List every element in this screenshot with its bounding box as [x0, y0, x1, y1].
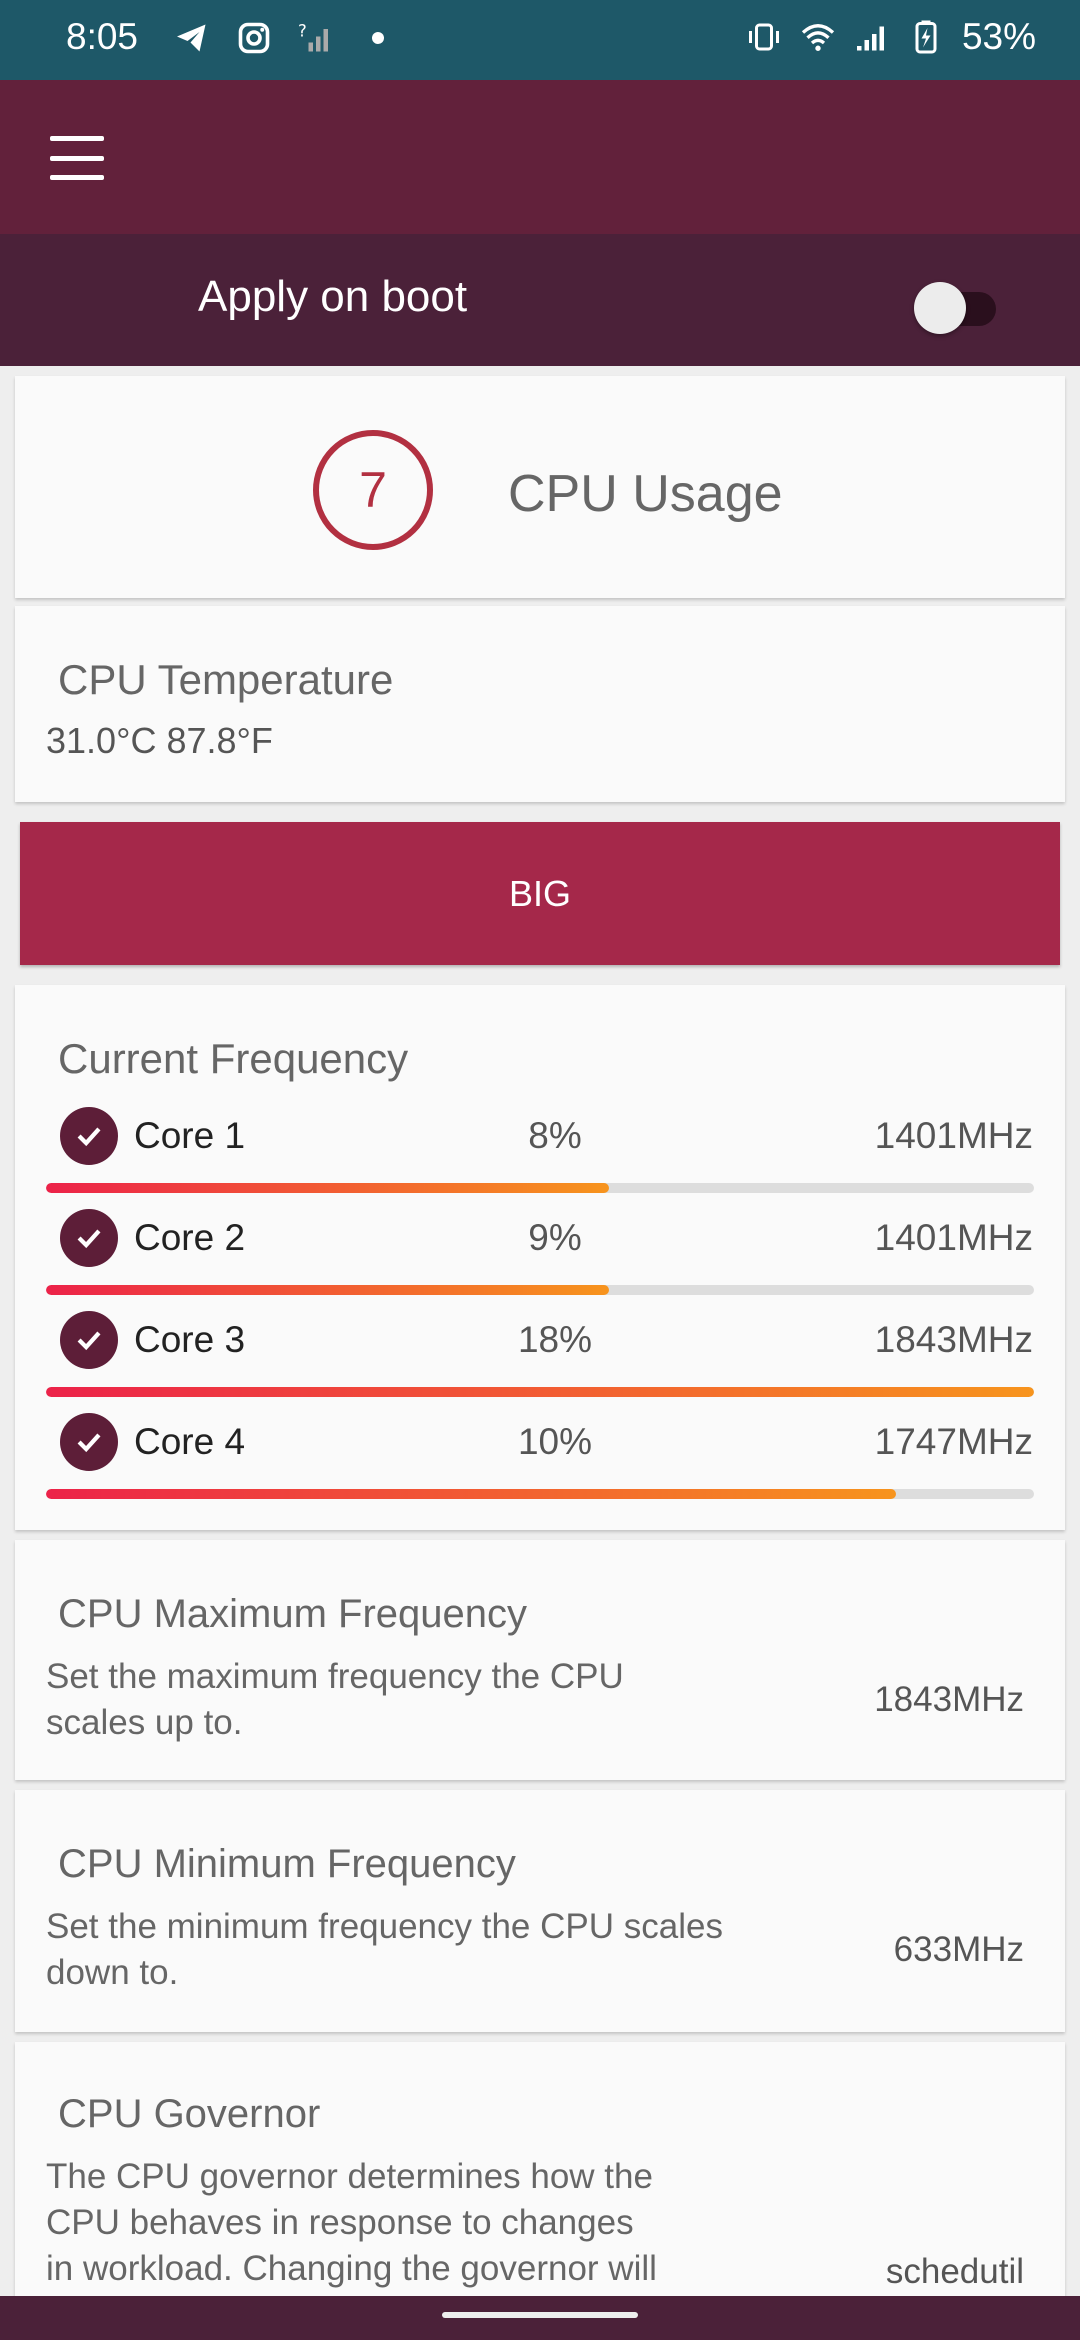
core-progress-fill	[46, 1285, 610, 1295]
apply-on-boot-label: Apply on boot	[198, 272, 468, 321]
core-label: Core 2	[134, 1217, 246, 1258]
cpu-max-frequency-value: 1843MHz	[874, 1680, 1024, 1719]
cpu-usage-gauge: 7	[313, 430, 433, 550]
home-gesture-handle[interactable]	[442, 2312, 638, 2318]
cpu-usage-title: CPU Usage	[508, 465, 783, 523]
core-percent: 18%	[517, 1319, 593, 1360]
core-row: Core 4 10% 1747MHz	[15, 1411, 1065, 1499]
core-row: Core 3 18% 1843MHz	[15, 1309, 1065, 1397]
cpu-temperature-value: 31.0°C 87.8°F	[46, 720, 273, 761]
current-frequency-title: Current Frequency	[58, 1035, 409, 1082]
svg-text:?: ?	[298, 22, 307, 41]
cpu-governor-value: schedutil	[885, 2252, 1024, 2291]
apply-on-boot-toggle[interactable]	[910, 270, 1004, 334]
core-check-icon[interactable]	[60, 1311, 118, 1369]
cpu-min-frequency-value: 633MHz	[893, 1930, 1024, 1969]
status-bar: 8:05 ? 53%	[0, 0, 1080, 80]
cpu-max-frequency-summary-line1: Set the maximum frequency the CPU	[46, 1657, 624, 1696]
core-progress-bar	[46, 1387, 1034, 1397]
hamburger-menu-icon[interactable]	[44, 128, 110, 188]
core-row: Core 1 8% 1401MHz	[15, 1105, 1065, 1193]
toggle-thumb	[914, 282, 966, 334]
core-frequency: 1843MHz	[874, 1319, 1033, 1360]
core-frequency: 1401MHz	[874, 1115, 1033, 1156]
cpu-governor-title: CPU Governor	[58, 2092, 321, 2136]
cpu-governor-summary-line3: in workload. Changing the governor will	[46, 2249, 657, 2288]
core-row: Core 2 9% 1401MHz	[15, 1207, 1065, 1295]
core-label: Core 4	[134, 1421, 246, 1462]
core-progress-bar	[46, 1285, 1034, 1295]
core-frequency: 1401MHz	[874, 1217, 1033, 1258]
core-percent: 10%	[517, 1421, 593, 1462]
telegram-icon	[177, 24, 206, 52]
core-percent: 8%	[528, 1115, 582, 1156]
app-bar	[0, 80, 1080, 234]
core-progress-bar	[46, 1183, 1034, 1193]
dot-icon	[372, 32, 384, 44]
core-check-icon[interactable]	[60, 1413, 118, 1471]
core-progress-fill	[46, 1387, 1034, 1397]
cpu-min-frequency-title: CPU Minimum Frequency	[58, 1842, 516, 1886]
cpu-min-frequency-summary-line1: Set the minimum frequency the CPU scales	[46, 1907, 723, 1946]
no-sim-icon: ?	[298, 22, 328, 52]
core-progress-fill	[46, 1489, 896, 1499]
cpu-temperature-card	[15, 606, 1065, 802]
cpu-temperature-title: CPU Temperature	[58, 656, 394, 703]
core-frequency: 1747MHz	[874, 1421, 1033, 1462]
signal-icon	[856, 26, 884, 51]
battery-percent: 53%	[961, 16, 1036, 57]
battery-charging-icon	[915, 20, 937, 54]
core-progress-fill	[46, 1183, 610, 1193]
core-check-icon[interactable]	[60, 1107, 118, 1165]
wifi-icon	[801, 24, 835, 51]
instagram-icon	[238, 22, 270, 54]
core-check-icon[interactable]	[60, 1209, 118, 1267]
cpu-max-frequency-summary-line2: scales up to.	[46, 1703, 243, 1742]
big-cluster-button[interactable]: BIG	[20, 822, 1060, 965]
core-percent: 9%	[528, 1217, 582, 1258]
core-label: Core 1	[134, 1115, 246, 1156]
core-progress-bar	[46, 1489, 1034, 1499]
status-time: 8:05	[66, 16, 139, 57]
cpu-governor-summary-line1: The CPU governor determines how the	[46, 2157, 653, 2196]
cpu-governor-summary-line2: CPU behaves in response to changes	[46, 2203, 634, 2242]
vibrate-icon	[748, 23, 779, 51]
navigation-bar	[0, 2296, 1080, 2340]
cpu-min-frequency-summary-line2: down to.	[46, 1953, 179, 1992]
core-label: Core 3	[134, 1319, 246, 1360]
cpu-max-frequency-title: CPU Maximum Frequency	[58, 1592, 528, 1636]
